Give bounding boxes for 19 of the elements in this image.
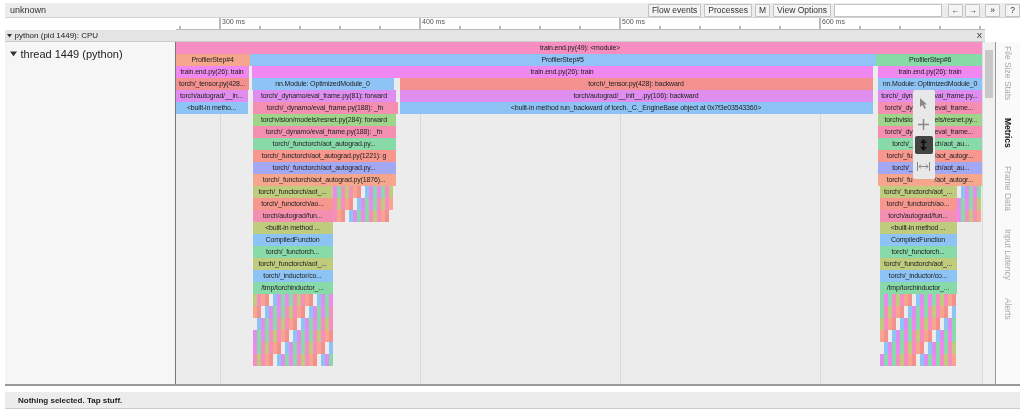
nav-button[interactable]: →	[965, 3, 980, 17]
stacked-slices-drawing	[956, 186, 983, 222]
toolbar-button[interactable]: Flow events	[647, 3, 702, 17]
process-label[interactable]: python (pid 1449): CPU	[5, 31, 977, 40]
side-tab[interactable]: Metrics	[1003, 114, 1014, 163]
nav-button[interactable]: »	[985, 3, 1000, 17]
nav-button[interactable]: ?	[1005, 3, 1020, 17]
timing-icon	[917, 161, 930, 171]
close-button[interactable]: X	[976, 31, 982, 40]
toolbar-button[interactable]: View Options	[773, 3, 831, 17]
toolbar-button[interactable]: M	[754, 3, 771, 17]
toolbar-button[interactable]: Processes	[704, 3, 752, 17]
window-title: unknown	[9, 5, 48, 15]
scrollbar[interactable]	[982, 42, 996, 384]
stacked-slices-drawing	[332, 186, 395, 222]
status-text: Nothing selected. Tap stuff.	[17, 395, 123, 405]
nav-button[interactable]: ←	[948, 3, 963, 17]
thread-label[interactable]: thread 1449 (python)	[10, 47, 123, 60]
search-field[interactable]	[834, 3, 942, 17]
